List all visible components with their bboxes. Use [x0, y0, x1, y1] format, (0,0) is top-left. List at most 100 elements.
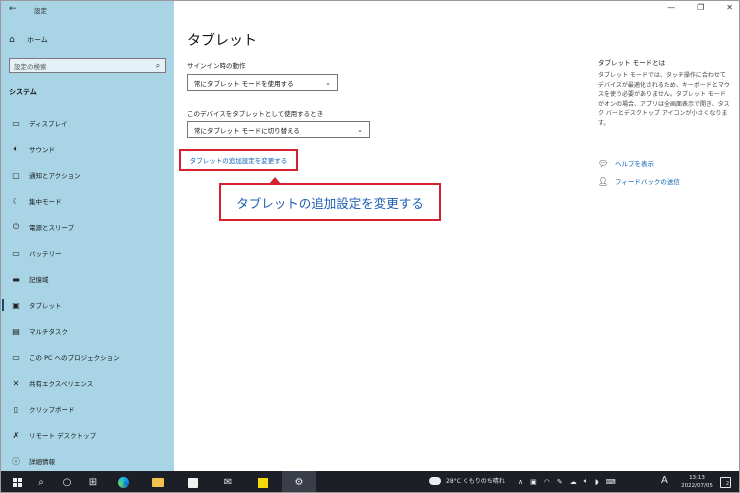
clock-date: 2022/07/05 — [681, 483, 713, 489]
sidebar-item-label: タブレット — [29, 302, 62, 310]
notification-center-button[interactable]: 2 — [720, 477, 731, 488]
help-link-label: ヘルプを表示 — [615, 160, 654, 168]
keyboard-icon[interactable]: ⌨ — [606, 478, 616, 486]
settings-window: ← 設定 ⌂ ホーム 設定の検索 ⌕ システム ▭ ディスプレイ 🔈︎ サウンド ▢ 通知… — [0, 0, 740, 493]
speaker-icon[interactable]: 🔈︎ — [584, 477, 588, 486]
power-icon: ⏻ — [12, 222, 20, 231]
edge-browser-icon — [117, 477, 129, 488]
sidebar-item-tablet[interactable]: ▣ タブレット — [1, 292, 174, 318]
signin-dropdown[interactable]: 常にタブレット モードを使用する ⌄ — [187, 74, 338, 91]
sidebar-item-label: 通知とアクション — [29, 172, 81, 180]
callout-text: タブレットの追加設定を変更する — [236, 195, 424, 211]
chevron-down-icon: ⌄ — [357, 125, 363, 134]
annotation-callout: タブレットの追加設定を変更する — [219, 183, 441, 221]
sidebar-item-power[interactable]: ⏻ 電源とスリープ — [1, 214, 174, 240]
tablet-icon: ▣ — [12, 300, 20, 310]
back-arrow-icon[interactable]: ← — [9, 4, 17, 14]
search-icon[interactable]: ⌕ — [151, 61, 165, 71]
folder-icon — [152, 478, 164, 487]
file-explorer-button[interactable] — [144, 471, 172, 492]
storage-icon: ▬ — [12, 274, 20, 284]
sidebar-item-remote[interactable]: ✗ リモート デスクトップ — [1, 422, 174, 448]
sidebar-item-label: 詳細情報 — [29, 458, 55, 466]
share-icon: ✕ — [12, 378, 20, 388]
feedback-link-label: フィードバックの送信 — [615, 178, 680, 186]
pen-icon[interactable]: ✎ — [557, 478, 563, 486]
sticky-notes-button[interactable] — [249, 471, 277, 492]
advanced-settings-link[interactable]: タブレットの追加設定を変更する — [190, 155, 288, 165]
weather-widget[interactable]: 28°C くもりのち晴れ — [429, 476, 505, 485]
notification-count: 2 — [725, 481, 729, 487]
edge-app-button[interactable] — [109, 471, 137, 492]
mail-button[interactable]: ✉ — [214, 471, 242, 492]
network-icon[interactable]: ◠ — [544, 478, 550, 486]
sidebar-nav: ▭ ディスプレイ 🔈︎ サウンド ▢ 通知とアクション ☾ 集中モード ⏻ 電源とスリープ ▭ バッテ… — [1, 110, 174, 474]
windows-logo-icon — [12, 478, 22, 487]
sidebar-item-label: ディスプレイ — [29, 120, 68, 128]
settings-app-button[interactable]: ⚙ — [282, 471, 316, 492]
sidebar-item-label: バッテリー — [29, 250, 62, 258]
settings-search-box[interactable]: 設定の検索 ⌕ — [9, 58, 166, 73]
section-label: システム — [9, 88, 37, 96]
ime-indicator[interactable]: A — [661, 475, 668, 486]
chevron-up-icon[interactable]: ∧ — [518, 478, 523, 486]
speaker-icon: 🔈︎ — [13, 144, 19, 153]
moon-icon: ☾ — [12, 196, 20, 206]
close-button[interactable]: ✕ — [726, 3, 733, 12]
sidebar-item-label: 記憶域 — [29, 276, 49, 284]
minimize-button[interactable]: — — [667, 3, 675, 12]
sidebar-item-label: この PC へのプロジェクション — [29, 354, 120, 362]
signin-dropdown-value: 常にタブレット モードを使用する — [194, 79, 294, 88]
sidebar-item-share[interactable]: ✕ 共有エクスペリエンス — [1, 370, 174, 396]
clipboard-icon: ▯ — [13, 404, 19, 414]
gear-icon: ⚙ — [294, 477, 304, 488]
device-label: このデバイスをタブレットとして使用するとき — [187, 110, 324, 118]
help-link[interactable]: 💬︎ ヘルプを表示 — [598, 158, 654, 169]
cloud-icon — [429, 476, 441, 485]
device-dropdown[interactable]: 常にタブレット モードに切り替える ⌄ — [187, 121, 370, 138]
feedback-link[interactable]: 👤︎ フィードバックの送信 — [598, 176, 680, 187]
title-bar: ← 設定 — [1, 1, 174, 19]
store-bag-icon — [188, 477, 198, 488]
sidebar-item-label: 集中モード — [29, 198, 62, 206]
remote-icon: ✗ — [12, 430, 20, 440]
circle-icon: ○ — [62, 477, 72, 488]
maximize-button[interactable]: ❐ — [697, 3, 704, 12]
chat-help-icon: 💬︎ — [598, 158, 609, 168]
clock[interactable]: 13:13 2022/07/05 — [677, 474, 717, 490]
sidebar-item-battery[interactable]: ▭ バッテリー — [1, 240, 174, 266]
taskbar-search-button[interactable]: ⌕ — [27, 471, 55, 492]
info-description: タブレット モードでは、タッチ操作に合わせてデバイスが最適化されるため、キーボー… — [598, 72, 730, 127]
signin-label: サインイン時の動作 — [187, 62, 246, 70]
battery-icon: ▭ — [12, 248, 20, 258]
sidebar-item-label: 電源とスリープ — [29, 224, 75, 232]
chevron-down-icon: ⌄ — [325, 78, 331, 87]
search-icon: ⌕ — [38, 477, 44, 488]
search-placeholder[interactable]: 設定の検索 — [14, 61, 151, 71]
task-view-icon: ⊞ — [88, 477, 98, 488]
store-button[interactable] — [179, 471, 207, 492]
sidebar-item-multitask[interactable]: ▤ マルチタスク — [1, 318, 174, 344]
onedrive-icon[interactable]: ☁ — [570, 478, 577, 486]
sticky-note-icon — [258, 477, 268, 488]
sidebar-item-moon[interactable]: ☾ 集中モード — [1, 188, 174, 214]
sidebar-item-notification[interactable]: ▢ 通知とアクション — [1, 162, 174, 188]
cortana-button[interactable]: ○ — [53, 471, 81, 492]
sidebar-home[interactable]: ⌂ ホーム — [9, 33, 48, 47]
display-icon[interactable]: ▣ — [530, 478, 537, 486]
sidebar-item-label: 共有エクスペリエンス — [29, 380, 94, 388]
sidebar-item-speaker[interactable]: 🔈︎ サウンド — [1, 136, 174, 162]
window-controls: — ❐ ✕ — [667, 3, 733, 12]
sidebar-item-label: リモート デスクトップ — [29, 432, 97, 440]
sidebar-item-monitor[interactable]: ▭ ディスプレイ — [1, 110, 174, 136]
feedback-icon: 👤︎ — [598, 176, 609, 186]
sidebar-item-label: マルチタスク — [29, 328, 68, 336]
wifi-icon[interactable]: ◗ — [595, 478, 599, 486]
monitor-icon: ▭ — [12, 118, 20, 128]
sidebar-item-clipboard[interactable]: ▯ クリップボード — [1, 396, 174, 422]
sidebar-item-projection[interactable]: ▭ この PC へのプロジェクション — [1, 344, 174, 370]
sidebar-item-storage[interactable]: ▬ 記憶域 — [1, 266, 174, 292]
sidebar-item-label: クリップボード — [29, 406, 75, 414]
advanced-settings-highlight: タブレットの追加設定を変更する — [179, 149, 298, 171]
task-view-button[interactable]: ⊞ — [79, 471, 107, 492]
